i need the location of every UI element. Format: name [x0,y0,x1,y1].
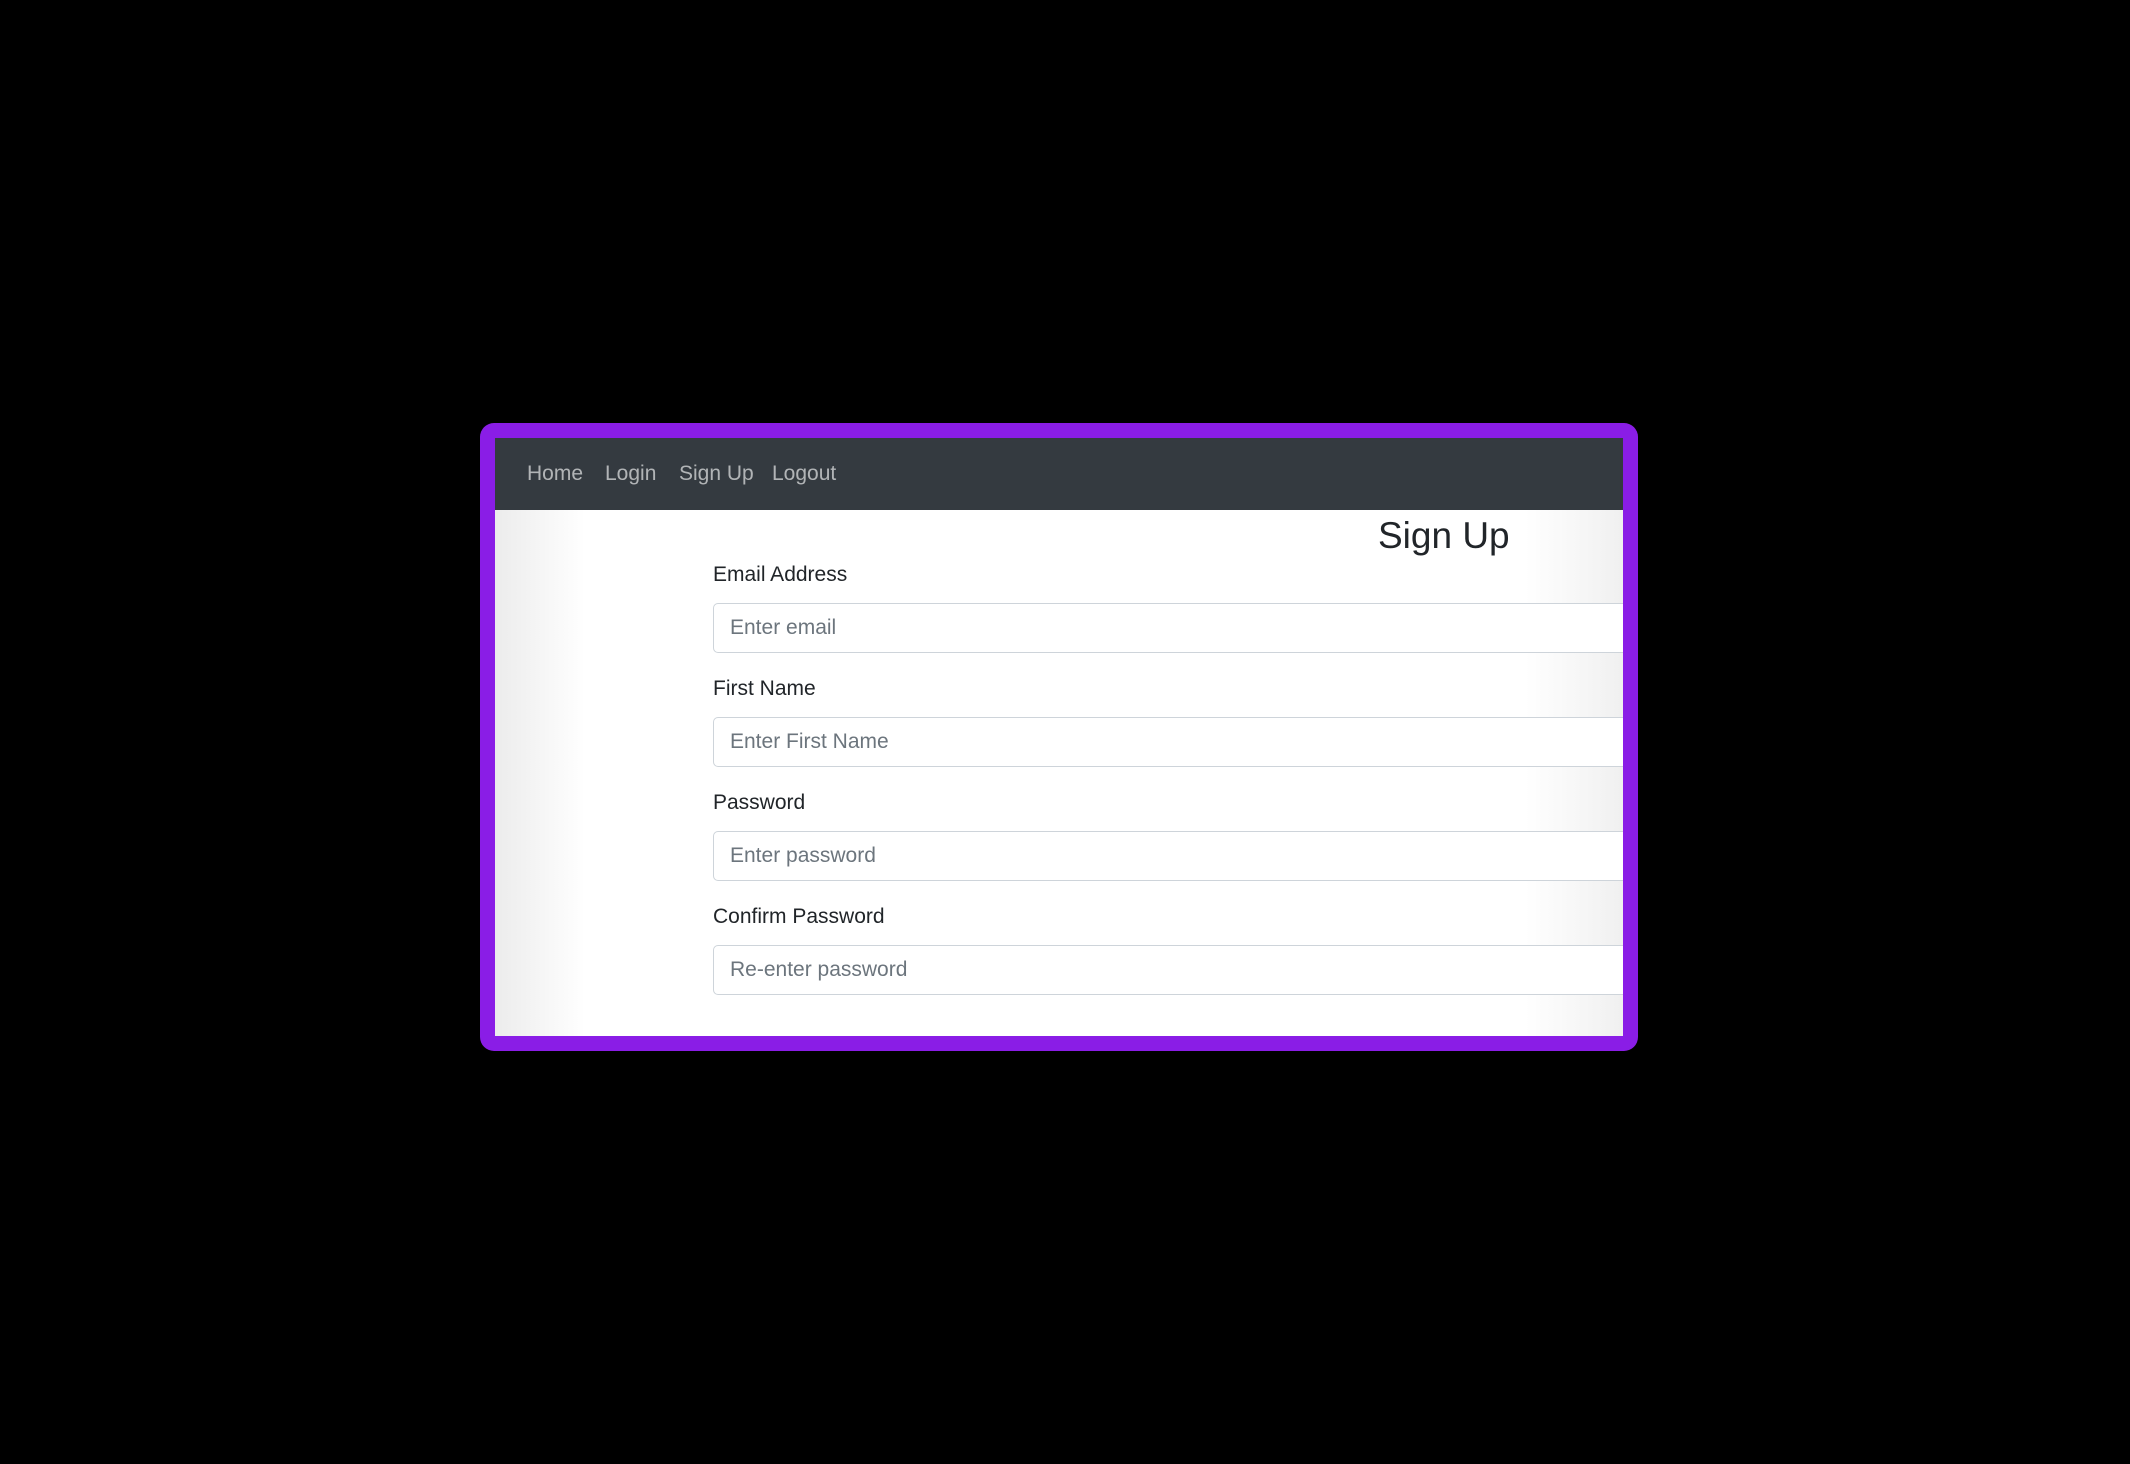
email-label: Email Address [713,563,848,586]
nav-link-sign-up[interactable]: Sign Up [679,460,754,488]
highlight-frame: Home Login Sign Up Logout Sign Up Email … [480,423,1638,1051]
nav-link-home[interactable]: Home [527,460,583,488]
page-content: Sign Up Email Address First Name Passwor… [495,510,1623,1036]
first-name-label: First Name [713,677,816,700]
confirm-password-field[interactable] [713,945,1623,995]
confirm-password-label: Confirm Password [713,905,885,928]
nav-link-logout[interactable]: Logout [772,460,836,488]
browser-viewport: Home Login Sign Up Logout Sign Up Email … [495,438,1623,1036]
password-field[interactable] [713,831,1623,881]
first-name-field[interactable] [713,717,1623,767]
nav-link-login[interactable]: Login [605,460,656,488]
password-label: Password [713,791,806,814]
email-field[interactable] [713,603,1623,653]
navbar: Home Login Sign Up Logout [495,438,1623,510]
page-title: Sign Up [1378,515,1510,556]
